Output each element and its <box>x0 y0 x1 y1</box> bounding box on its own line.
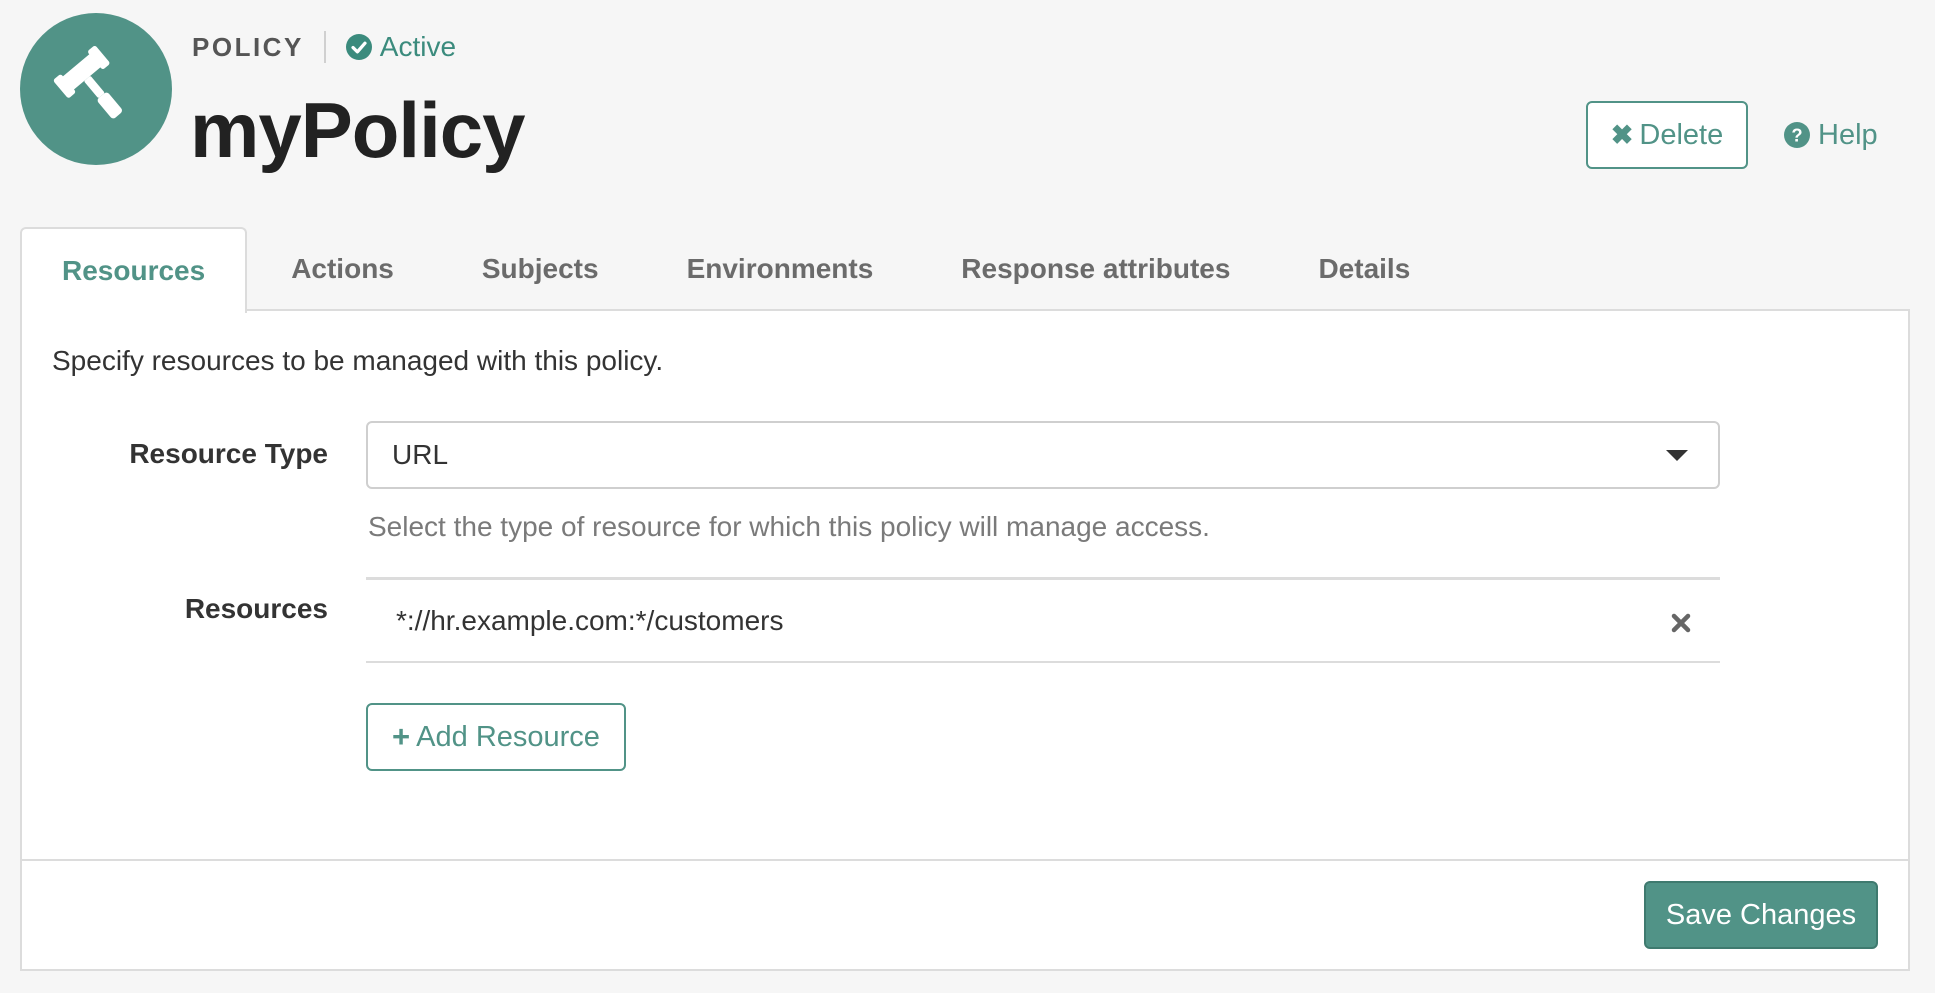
caret-down-icon <box>1666 450 1688 461</box>
policy-tabs: Resources Actions Subjects Environments … <box>20 227 1454 313</box>
resources-panel: Specify resources to be managed with thi… <box>20 309 1910 971</box>
close-icon: ✖ <box>1610 119 1634 150</box>
gavel-icon <box>53 46 122 119</box>
resources-label: Resources <box>184 593 328 624</box>
meta-divider <box>323 31 326 63</box>
resource-item: *://hr.example.com:*/customers <box>366 577 1720 663</box>
resource-type-help: Select the type of resource for which th… <box>368 511 1210 542</box>
plus-icon: + <box>392 719 411 754</box>
check-circle-icon <box>345 34 372 60</box>
resource-pattern: *://hr.example.com:*/customers <box>396 604 784 636</box>
help-link-label: Help <box>1818 118 1878 151</box>
tab-environments[interactable]: Environments <box>643 227 918 311</box>
resource-type-value: URL <box>392 439 449 470</box>
policy-avatar <box>20 13 172 165</box>
resource-type-label: Resource Type <box>129 438 328 469</box>
policy-page: POLICY Active myPolicy ✖ Delete ? Help R… <box>0 0 1935 993</box>
save-changes-button[interactable]: Save Changes <box>1644 881 1878 949</box>
tab-resources[interactable]: Resources <box>20 227 248 313</box>
delete-button-label: Delete <box>1639 118 1724 151</box>
delete-button[interactable]: ✖ Delete <box>1586 101 1748 169</box>
resource-type-select[interactable]: URL <box>366 421 1720 489</box>
tab-actions[interactable]: Actions <box>247 227 438 311</box>
page-title: myPolicy <box>190 86 526 174</box>
header-meta: POLICY Active <box>192 30 456 64</box>
add-resource-button[interactable]: + Add Resource <box>366 703 626 771</box>
svg-text:?: ? <box>1791 125 1802 146</box>
tab-response-attributes[interactable]: Response attributes <box>917 227 1274 311</box>
close-icon[interactable] <box>1670 612 1692 634</box>
panel-footer: Save Changes <box>22 859 1908 971</box>
tab-details[interactable]: Details <box>1274 227 1454 311</box>
tab-subjects[interactable]: Subjects <box>438 227 643 311</box>
status-text: Active <box>379 31 457 62</box>
status-badge: Active <box>345 31 457 63</box>
help-link[interactable]: ? Help <box>1784 112 1878 158</box>
entity-type-label: POLICY <box>192 31 304 62</box>
question-circle-icon: ? <box>1784 122 1810 148</box>
panel-intro: Specify resources to be managed with thi… <box>52 345 664 376</box>
add-resource-label: Add Resource <box>416 720 600 753</box>
